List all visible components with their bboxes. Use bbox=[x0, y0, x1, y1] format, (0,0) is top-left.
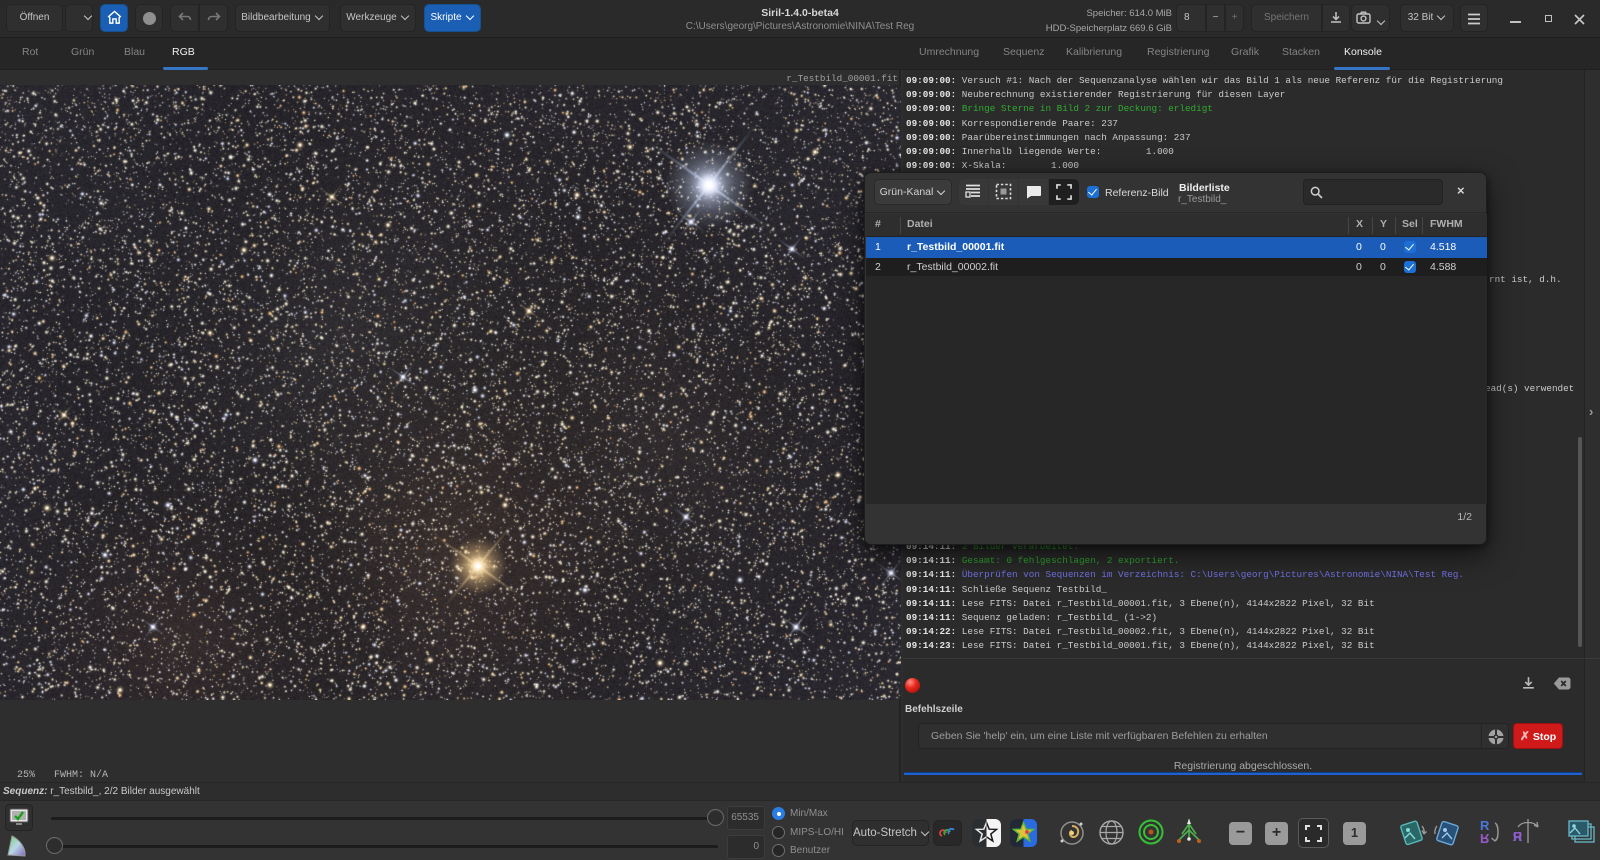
svg-text:R: R bbox=[1480, 831, 1490, 846]
svg-text:R: R bbox=[1512, 829, 1522, 844]
svg-text:R: R bbox=[1480, 818, 1490, 833]
